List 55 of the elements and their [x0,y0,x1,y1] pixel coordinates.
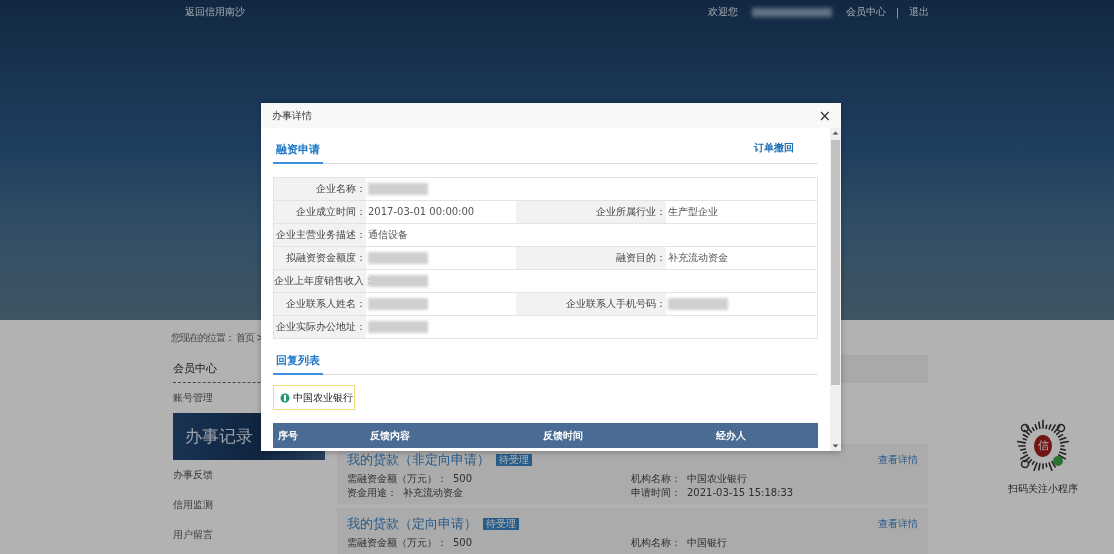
field-label: 申请时间： [631,486,681,500]
status-badge: 待受理 [496,454,532,466]
field-label: 资金用途： [347,486,397,500]
sidebar-item[interactable]: 信用监测 [173,490,325,520]
withdraw-link[interactable]: 订单撤回 [754,141,794,155]
bank-logo: 中国农业银行 [273,385,355,410]
section-title: 回复列表 [273,353,323,375]
loan-title: 我的贷款（定向申请） [347,515,477,533]
field-value: 补充流动资金 [403,486,463,500]
detail-value: 补充流动资金 [668,251,728,265]
qr-code-drawing [1015,418,1071,474]
field-label: 机构名称： [631,472,681,486]
column-header: 反馈时间 [542,428,584,443]
view-details-link[interactable]: 查看详情 [878,453,918,467]
breadcrumb-label: 您现在的位置： [171,331,234,345]
detail-value: 通信设备 [368,228,408,242]
detail-label: 企业成立时间： [274,201,366,223]
section-title: 融资申请 [273,142,323,164]
detail-label: 融资目的： [516,247,666,269]
back-link[interactable]: 返回信用南沙 [185,5,245,19]
detail-value: 生产型企业 [668,205,718,219]
detail-label: 企业名称： [274,178,366,200]
detail-label: 拟融资资金额度： [274,247,366,269]
detail-label: 企业所属行业： [516,201,666,223]
separator: | [895,6,899,18]
loan-title: 我的贷款（非定向申请） [347,451,490,469]
detail-value: 2017-03-01 00:00:00 [368,205,475,219]
bank-emblem-icon [280,392,290,403]
field-value: 500 [453,536,473,550]
sidebar-item[interactable]: 用户留言 [173,520,325,550]
welcome-text: 欢迎您 [707,5,738,19]
detail-label: 企业主营业务描述： [274,224,366,246]
field-label: 需融资金额（万元）： [347,472,447,486]
close-button[interactable]: × [816,107,833,124]
column-header: 经办人 [715,428,746,443]
detail-label: 企业实际办公地址： [274,316,366,338]
logout-link[interactable]: 退出 [909,5,929,19]
field-value: 2021-03-15 15:18:33 [687,486,794,500]
member-center-link[interactable]: 会员中心 [845,5,886,19]
field-label: 需融资金额（万元）： [347,536,447,550]
detail-label: 企业联系人手机号码： [516,293,666,315]
column-header: 反馈内容 [369,428,411,443]
field-value: 中国农业银行 [687,472,747,486]
qr-caption: 扫码关注小程序 [1008,482,1078,496]
field-label: 机构名称： [631,536,681,550]
status-badge: 待受理 [483,518,519,530]
detail-label: 企业联系人姓名： [274,293,366,315]
sidebar-item[interactable]: 办事反馈 [173,460,325,490]
qr-logo: 信 [1034,435,1052,457]
column-header: 序号 [277,428,299,443]
view-details-link[interactable]: 查看详情 [878,517,918,531]
scrollbar[interactable] [830,128,841,451]
field-value: 500 [453,472,473,486]
modal-title: 办事详情 [272,108,312,123]
field-value: 中国银行 [687,536,727,550]
